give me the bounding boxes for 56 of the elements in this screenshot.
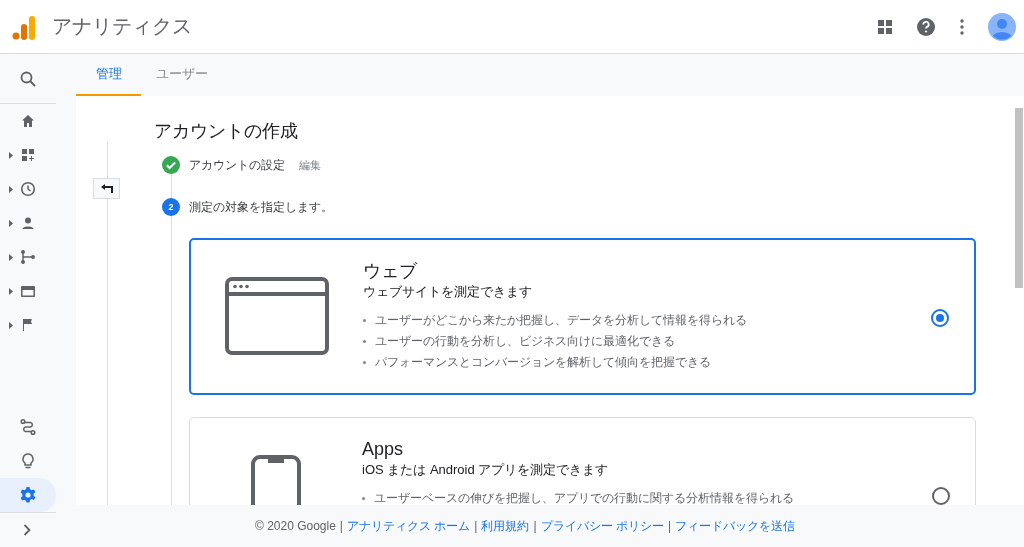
back-arrow-icon[interactable] [100, 184, 113, 193]
feature-text: ユーザーの行動を分析し、ビジネス向けに最適化できる [375, 334, 675, 349]
search-icon[interactable] [19, 70, 37, 88]
avatar-icon[interactable] [988, 12, 1016, 41]
expand-arrow-icon[interactable] [9, 219, 13, 227]
footer-link[interactable]: 利用規約 [481, 517, 530, 535]
radio-button[interactable] [931, 309, 949, 327]
expand-icon[interactable] [23, 524, 31, 536]
footer-link[interactable]: アナリティクス ホーム [347, 517, 471, 535]
step-label: アカウントの設定 [189, 156, 285, 174]
expand-arrow-icon[interactable] [9, 185, 13, 193]
footer-link[interactable]: フィードバックを送信 [675, 517, 796, 535]
app-title: アナリティクス [52, 14, 192, 39]
footer-link[interactable]: プライバシー ポリシー [540, 517, 664, 535]
page-title: アカウントの作成 [154, 120, 299, 143]
home-icon[interactable] [19, 112, 37, 130]
separator: | [339, 519, 343, 533]
back-button[interactable] [93, 178, 120, 199]
check-icon [162, 156, 180, 174]
step-label: 測定の対象を指定します。 [189, 198, 333, 216]
option-title: ウェブ [363, 260, 418, 282]
step-number: 2 [162, 198, 180, 216]
separator: | [533, 519, 537, 533]
bullet-icon [362, 497, 365, 500]
option-subtitle: ウェブサイトを測定できます [363, 283, 533, 301]
gear-icon[interactable] [19, 486, 37, 504]
bullet-icon [363, 319, 366, 322]
tab[interactable]: ユーザー [149, 54, 214, 96]
help-icon[interactable] [916, 16, 936, 37]
route-icon[interactable] [19, 418, 37, 436]
expand-arrow-icon[interactable] [9, 253, 13, 261]
separator: | [474, 519, 478, 533]
browser-window-icon [225, 277, 329, 355]
copyright-text: © 2020 Google [254, 519, 336, 533]
more-icon[interactable] [960, 18, 964, 35]
feature-text: ユーザーがどこから来たか把握し、データを分析して情報を得られる [375, 313, 747, 328]
option-title: Apps [362, 438, 405, 460]
bullet-icon [363, 361, 366, 364]
bulb-icon[interactable] [19, 452, 37, 470]
dashboard-icon[interactable] [19, 146, 37, 164]
flow-icon[interactable] [19, 248, 37, 266]
feature-text: ユーザーベースの伸びを把握し、アプリでの行動に関する分析情報を得られる [374, 491, 794, 505]
scrollbar-thumb[interactable] [1015, 108, 1023, 288]
sidebar-item[interactable] [0, 478, 56, 512]
clock-icon[interactable] [19, 180, 37, 198]
logo-icon [12, 13, 36, 40]
apps-grid-icon[interactable] [878, 19, 892, 34]
expand-arrow-icon[interactable] [9, 287, 13, 295]
separator: | [667, 519, 672, 533]
option-subtitle: iOS または Android アプリを測定できます [362, 461, 610, 479]
bullet-icon [363, 340, 366, 343]
expand-arrow-icon[interactable] [9, 321, 13, 329]
expand-arrow-icon[interactable] [9, 151, 13, 159]
option-card[interactable]: ウェブ ウェブサイトを測定できます ユーザーがどこから来たか把握し、データを分析して情報を得られる ユーザーの行動を分析し、ビジネス向けに最適化できる パフォーマンスとコンバージョンを解析して傾向を把握できる [189, 238, 976, 395]
edit-link[interactable]: 編集 [299, 157, 321, 173]
feature-text: パフォーマンスとコンバージョンを解析して傾向を把握できる [375, 355, 711, 370]
